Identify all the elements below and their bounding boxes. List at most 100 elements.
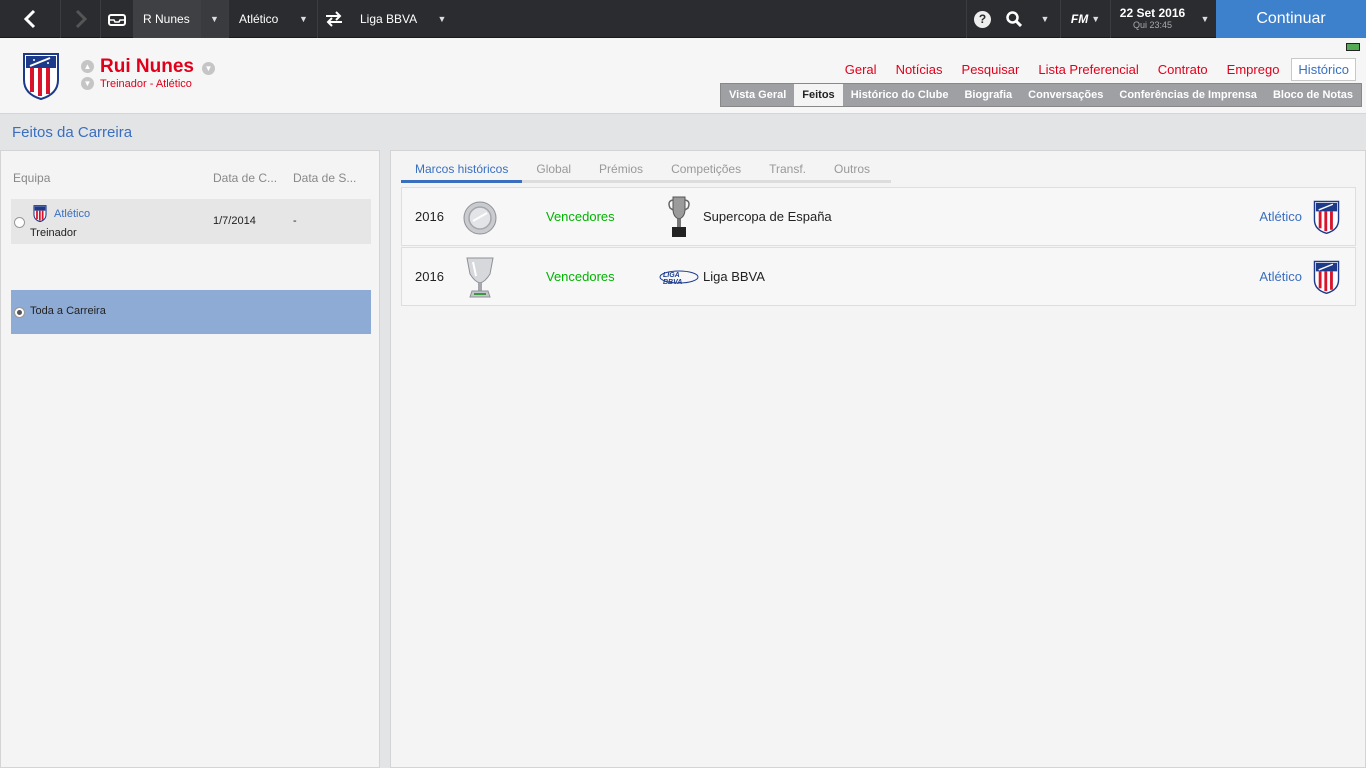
person-role: Treinador - Atlético: [100, 78, 192, 90]
tab-competicoes[interactable]: Competições: [657, 160, 755, 180]
achievement-competition[interactable]: Liga BBVA: [703, 269, 765, 284]
top-bar: R Nunes ▼ Atlético ▼ Liga BBVA ▼ ? ▼ FM …: [0, 0, 1366, 38]
row-role: Treinador: [30, 227, 77, 239]
column-header-start[interactable]: Data de C...: [213, 171, 277, 185]
medal-icon: [463, 201, 497, 235]
help-icon: ?: [974, 10, 991, 28]
name-dropdown-icon[interactable]: ▼: [202, 62, 215, 75]
achievement-competition[interactable]: Supercopa de España: [703, 209, 832, 224]
date-dropdown[interactable]: ▼: [1194, 0, 1216, 38]
all-career-label: Toda a Carreira: [30, 305, 106, 317]
achievement-tabs: Marcos históricos Global Prémios Competi…: [401, 160, 891, 183]
subnav-feitos[interactable]: Feitos: [794, 84, 843, 106]
achievement-year: 2016: [415, 209, 444, 224]
club-menu-label: Atlético: [239, 12, 279, 26]
search-icon: [1006, 11, 1022, 27]
nav-noticias[interactable]: Notícias: [896, 62, 943, 77]
column-header-end[interactable]: Data de S...: [293, 171, 356, 185]
league-menu-label: Liga BBVA: [360, 12, 418, 26]
row-club-link[interactable]: Atlético: [54, 208, 90, 220]
manager-menu-label: R Nunes: [143, 12, 190, 26]
help-button[interactable]: ?: [966, 0, 998, 38]
row-radio[interactable]: [14, 217, 25, 228]
nav-geral[interactable]: Geral: [845, 62, 877, 77]
club-dropdown[interactable]: ▼: [290, 0, 317, 38]
dropdown-arrow-icon: ▼: [1040, 14, 1050, 24]
continue-label: Continuar: [1256, 10, 1326, 27]
time-label: Qui 23:45: [1132, 19, 1173, 30]
swap-arrows-icon: [326, 11, 342, 27]
inbox-icon: [108, 14, 126, 26]
club-crest-icon: [22, 52, 60, 103]
trophy-icon: [466, 257, 494, 298]
subnav-conferencias[interactable]: Conferências de Imprensa: [1111, 84, 1265, 106]
fm-menu[interactable]: FM ▼: [1060, 0, 1110, 38]
tab-transf[interactable]: Transf.: [755, 160, 820, 180]
achievement-club-link[interactable]: Atlético: [1259, 269, 1302, 284]
dropdown-arrow-icon: ▼: [1091, 14, 1101, 24]
chevron-left-icon: [23, 9, 36, 29]
tab-outros[interactable]: Outros: [820, 160, 884, 180]
subnav-bloco-notas[interactable]: Bloco de Notas: [1265, 84, 1361, 106]
subnav-biografia[interactable]: Biografia: [956, 84, 1020, 106]
achievement-result: Vencedores: [546, 209, 615, 224]
page-title: Feitos da Carreira: [12, 124, 133, 141]
club-crest-icon: [1313, 260, 1340, 294]
down-arrow-icon[interactable]: ▼: [81, 77, 94, 90]
continue-button[interactable]: Continuar: [1216, 0, 1366, 38]
subnav-historico-clube[interactable]: Histórico do Clube: [843, 84, 957, 106]
profile-header: ▲ ▼ Rui Nunes ▼ Treinador - Atlético Ger…: [0, 38, 1366, 114]
all-career-row[interactable]: Toda a Carreira: [11, 290, 371, 334]
sub-nav: Vista Geral Feitos Histórico do Clube Bi…: [720, 83, 1362, 107]
main-nav: Geral Notícias Pesquisar Lista Preferenc…: [826, 58, 1356, 81]
tab-global[interactable]: Global: [522, 160, 585, 180]
nav-lista-preferencial[interactable]: Lista Preferencial: [1038, 62, 1138, 77]
club-crest-icon: [33, 205, 47, 222]
row-radio[interactable]: [14, 307, 25, 318]
tab-premios[interactable]: Prémios: [585, 160, 657, 180]
league-dropdown[interactable]: ▼: [430, 0, 454, 38]
achievements-panel: Marcos históricos Global Prémios Competi…: [390, 150, 1366, 768]
dropdown-arrow-icon: ▼: [1200, 14, 1210, 24]
dropdown-arrow-icon: ▼: [437, 14, 447, 24]
nav-contrato[interactable]: Contrato: [1158, 62, 1208, 77]
dropdown-arrow-icon: ▼: [210, 14, 219, 24]
achievement-club-link[interactable]: Atlético: [1259, 209, 1302, 224]
switch-button[interactable]: [317, 0, 350, 38]
search-dropdown[interactable]: ▼: [1030, 0, 1060, 38]
trophy-icon: [668, 196, 690, 237]
search-button[interactable]: [998, 0, 1030, 38]
club-crest-icon: [1313, 200, 1340, 234]
table-row[interactable]: 2016 Vencedores Supercopa de España Atlé…: [401, 187, 1356, 246]
game-date[interactable]: 22 Set 2016 Qui 23:45: [1110, 0, 1194, 38]
table-row[interactable]: Atlético Treinador 1/7/2014 -: [11, 199, 371, 244]
table-row[interactable]: 2016 Vencedores LIGA BBVA Liga BBVA Atlé…: [401, 247, 1356, 306]
manager-dropdown[interactable]: ▼: [201, 0, 228, 38]
subnav-vista-geral[interactable]: Vista Geral: [721, 84, 794, 106]
subnav-conversacoes[interactable]: Conversações: [1020, 84, 1111, 106]
row-end-date: -: [293, 215, 297, 227]
achievement-year: 2016: [415, 269, 444, 284]
row-start-date: 1/7/2014: [213, 215, 256, 227]
nav-emprego[interactable]: Emprego: [1227, 62, 1280, 77]
nav-pesquisar[interactable]: Pesquisar: [962, 62, 1020, 77]
club-menu[interactable]: Atlético: [228, 0, 290, 38]
dropdown-arrow-icon: ▼: [299, 14, 308, 24]
nav-historico[interactable]: Histórico: [1291, 58, 1356, 81]
inbox-button[interactable]: [100, 0, 133, 38]
column-header-team[interactable]: Equipa: [13, 171, 50, 185]
person-name: Rui Nunes: [100, 56, 194, 77]
tab-marcos-historicos[interactable]: Marcos históricos: [401, 160, 523, 183]
fm-logo: FM: [1070, 12, 1089, 26]
battery-icon: [1346, 43, 1360, 51]
league-menu[interactable]: Liga BBVA: [350, 0, 430, 38]
date-label: 22 Set 2016: [1119, 6, 1186, 21]
league-logo-icon: LIGA BBVA: [659, 270, 699, 286]
forward-button[interactable]: [60, 0, 100, 38]
back-button[interactable]: [0, 0, 60, 38]
chevron-right-icon: [75, 9, 87, 29]
achievement-result: Vencedores: [546, 269, 615, 284]
up-arrow-icon[interactable]: ▲: [81, 60, 94, 73]
manager-menu[interactable]: R Nunes: [133, 0, 201, 38]
league-logo-text: LIGA BBVA: [663, 272, 683, 286]
